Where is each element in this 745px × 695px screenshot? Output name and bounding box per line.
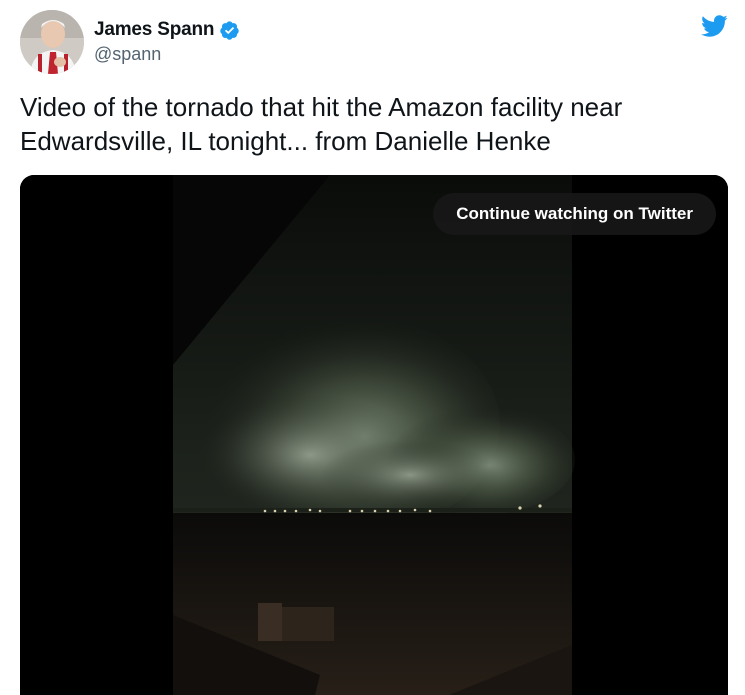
twitter-bird-icon[interactable] xyxy=(699,12,729,40)
tweet-text: Video of the tornado that hit the Amazon… xyxy=(20,92,623,156)
avatar-photo xyxy=(20,10,84,74)
video-frame xyxy=(20,175,728,695)
tweet-header: James Spann @spann xyxy=(20,10,240,74)
avatar[interactable] xyxy=(20,10,84,74)
verified-badge-icon xyxy=(220,20,239,40)
user-info: James Spann @spann xyxy=(94,19,240,65)
name-row: James Spann xyxy=(94,19,240,41)
tweet-card: James Spann @spann Video of the tornado … xyxy=(0,0,745,695)
video-player[interactable]: Continue watching on Twitter xyxy=(20,175,728,695)
display-name[interactable]: James Spann xyxy=(94,19,215,41)
handle[interactable]: @spann xyxy=(94,44,240,65)
continue-watching-button[interactable]: Continue watching on Twitter xyxy=(433,193,716,235)
